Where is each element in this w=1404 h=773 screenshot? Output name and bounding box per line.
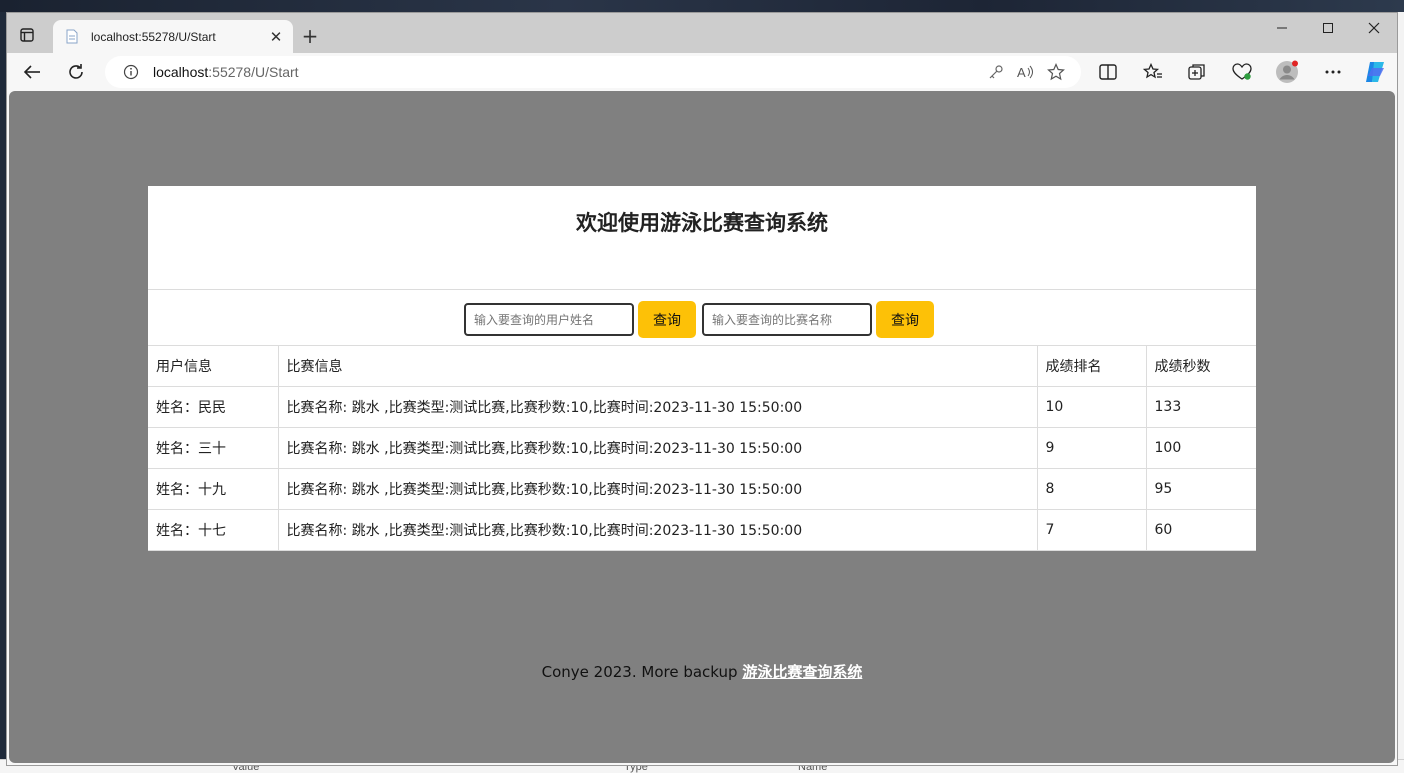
browser-tab[interactable]: localhost:55278/U/Start ✕ bbox=[53, 20, 293, 53]
copilot-icon[interactable] bbox=[1360, 57, 1390, 87]
favorites-icon[interactable] bbox=[1138, 57, 1168, 87]
cell-rank: 9 bbox=[1036, 427, 1147, 469]
minimize-icon[interactable] bbox=[1259, 13, 1305, 43]
cell-seconds: 100 bbox=[1145, 427, 1256, 469]
tab-title: localhost:55278/U/Start bbox=[91, 29, 216, 44]
cell-seconds: 60 bbox=[1145, 509, 1256, 551]
cell-user-info: 姓名：三十 bbox=[148, 427, 279, 469]
cell-rank: 10 bbox=[1036, 386, 1147, 428]
results-table: 用户信息 比赛信息 成绩排名 成绩秒数 姓名：民民 比赛名称: 跳水 ,比赛类型… bbox=[148, 345, 1256, 551]
browser-window: localhost:55278/U/Start ✕ + localhost:55… bbox=[6, 12, 1398, 766]
cell-seconds: 133 bbox=[1145, 386, 1256, 428]
column-header-user-info: 用户信息 bbox=[148, 345, 279, 387]
password-key-icon[interactable] bbox=[981, 57, 1011, 87]
favorite-star-icon[interactable] bbox=[1041, 57, 1071, 87]
user-name-search-input[interactable] bbox=[464, 303, 634, 336]
cell-seconds: 95 bbox=[1145, 468, 1256, 510]
table-row: 姓名：十九 比赛名称: 跳水 ,比赛类型:测试比赛,比赛秒数:10,比赛时间:2… bbox=[148, 468, 1256, 510]
page-title: 欢迎使用游泳比赛查询系统 bbox=[576, 211, 828, 235]
url-host: localhost bbox=[153, 64, 209, 80]
cell-match-info: 比赛名称: 跳水 ,比赛类型:测试比赛,比赛秒数:10,比赛时间:2023-11… bbox=[277, 427, 1038, 469]
cell-user-info: 姓名：十七 bbox=[148, 509, 279, 551]
table-row: 姓名：十七 比赛名称: 跳水 ,比赛类型:测试比赛,比赛秒数:10,比赛时间:2… bbox=[148, 509, 1256, 551]
card-header: 欢迎使用游泳比赛查询系统 bbox=[148, 186, 1256, 290]
cell-rank: 7 bbox=[1036, 509, 1147, 551]
column-header-seconds: 成绩秒数 bbox=[1145, 345, 1256, 387]
close-window-icon[interactable] bbox=[1351, 13, 1397, 43]
page-footer: Conye 2023. More backup 游泳比赛查询系统 bbox=[9, 661, 1395, 682]
back-arrow-icon[interactable] bbox=[17, 57, 47, 87]
refresh-icon[interactable] bbox=[61, 57, 91, 87]
cell-match-info: 比赛名称: 跳水 ,比赛类型:测试比赛,比赛秒数:10,比赛时间:2023-11… bbox=[277, 468, 1038, 510]
table-header-row: 用户信息 比赛信息 成绩排名 成绩秒数 bbox=[148, 345, 1256, 387]
user-search-button[interactable]: 查询 bbox=[638, 301, 696, 338]
page-favicon-icon bbox=[65, 29, 79, 45]
tab-bar: localhost:55278/U/Start ✕ + bbox=[7, 13, 1397, 53]
cell-match-info: 比赛名称: 跳水 ,比赛类型:测试比赛,比赛秒数:10,比赛时间:2023-11… bbox=[277, 386, 1038, 428]
url-path: :55278/U/Start bbox=[208, 64, 299, 80]
footer-text: Conye 2023. More backup bbox=[541, 663, 743, 681]
cell-user-info: 姓名：民民 bbox=[148, 386, 279, 428]
search-bar: 查询 查询 bbox=[148, 290, 1256, 345]
tab-close-icon[interactable]: ✕ bbox=[265, 26, 287, 48]
address-bar[interactable]: localhost:55278/U/Start A bbox=[105, 56, 1081, 88]
collections-icon[interactable] bbox=[1182, 57, 1212, 87]
match-name-search-input[interactable] bbox=[702, 303, 872, 336]
maximize-icon[interactable] bbox=[1305, 13, 1351, 43]
read-aloud-icon[interactable]: A bbox=[1011, 57, 1041, 87]
url-text[interactable]: localhost:55278/U/Start bbox=[153, 64, 981, 80]
profile-avatar-icon[interactable] bbox=[1272, 57, 1302, 87]
table-row: 姓名：三十 比赛名称: 跳水 ,比赛类型:测试比赛,比赛秒数:10,比赛时间:2… bbox=[148, 427, 1256, 469]
cell-rank: 8 bbox=[1036, 468, 1147, 510]
cell-match-info: 比赛名称: 跳水 ,比赛类型:测试比赛,比赛秒数:10,比赛时间:2023-11… bbox=[277, 509, 1038, 551]
table-row: 姓名：民民 比赛名称: 跳水 ,比赛类型:测试比赛,比赛秒数:10,比赛时间:2… bbox=[148, 386, 1256, 428]
column-header-match-info: 比赛信息 bbox=[277, 345, 1038, 387]
svg-text:A: A bbox=[1017, 65, 1026, 80]
column-header-rank: 成绩排名 bbox=[1036, 345, 1147, 387]
main-card: 欢迎使用游泳比赛查询系统 查询 查询 用户信息 比赛信息 成绩排名 成绩秒数 bbox=[148, 186, 1256, 551]
split-screen-icon[interactable] bbox=[1093, 57, 1123, 87]
cell-user-info: 姓名：十九 bbox=[148, 468, 279, 510]
browser-toolbar: localhost:55278/U/Start A bbox=[7, 53, 1397, 90]
desktop-background bbox=[0, 0, 1404, 12]
page-viewport: 欢迎使用游泳比赛查询系统 查询 查询 用户信息 比赛信息 成绩排名 成绩秒数 bbox=[9, 91, 1395, 763]
browser-essentials-icon[interactable] bbox=[1227, 57, 1257, 87]
match-search-button[interactable]: 查询 bbox=[876, 301, 934, 338]
tab-actions-icon[interactable] bbox=[17, 25, 37, 45]
new-tab-button[interactable]: + bbox=[299, 24, 321, 48]
site-info-icon[interactable] bbox=[121, 62, 141, 82]
footer-link[interactable]: 游泳比赛查询系统 bbox=[742, 663, 862, 681]
more-options-icon[interactable] bbox=[1318, 57, 1348, 87]
